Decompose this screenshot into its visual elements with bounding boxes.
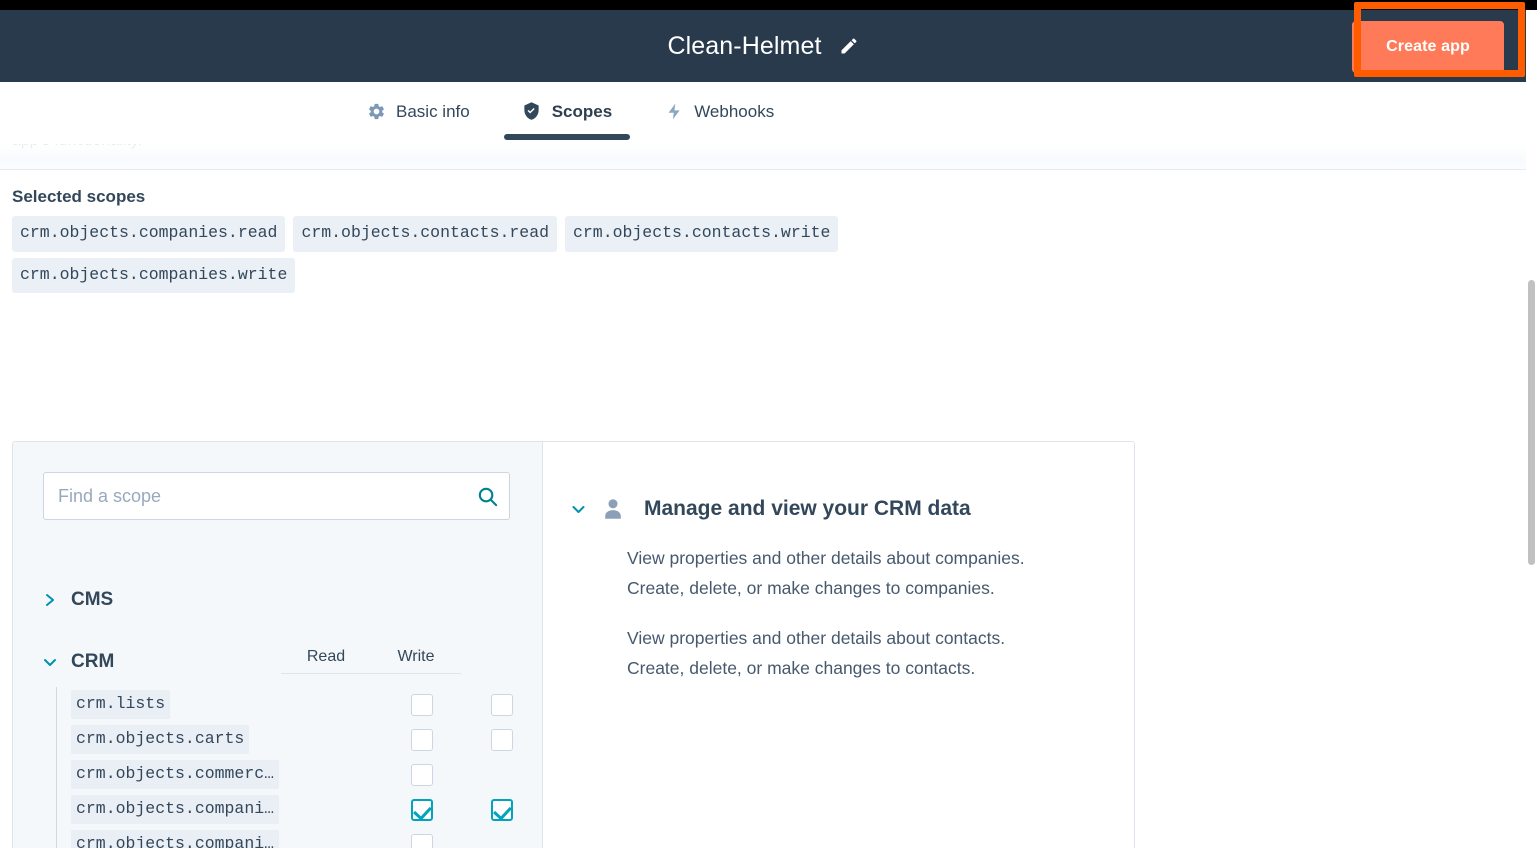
shield-check-icon [522,101,542,121]
scope-detail-header[interactable]: Manage and view your CRM data [571,496,1134,522]
scope-search [43,472,510,520]
detail-line: Create, delete, or make changes to conta… [627,658,976,678]
page-scrollbar-thumb[interactable] [1528,280,1535,565]
person-icon [600,496,626,522]
read-cell [382,763,462,786]
app-header: Clean-Helmet Create app [0,10,1527,82]
write-checkbox[interactable] [491,728,513,751]
selected-scopes-chips: crm.objects.companies.read crm.objects.c… [12,216,1112,293]
scopes-content: app's functionality. Selected scopes crm… [0,144,1527,848]
scope-row-label: crm.objects.compani… [71,794,280,825]
scope-chip[interactable]: crm.objects.contacts.read [293,216,557,252]
write-cell [462,798,542,821]
scope-row-label: crm.objects.commerc… [71,759,280,790]
header-divider [0,169,1527,170]
write-cell [462,693,542,716]
scope-group-crm[interactable]: CRM Read Write [43,647,542,677]
scope-row-label: crm.objects.compani… [71,829,280,848]
scope-group-crm-label: CRM [71,651,115,672]
scope-chip[interactable]: crm.objects.companies.read [12,216,286,252]
scope-row: crm.objects.compani… [71,792,542,827]
write-checkbox[interactable] [491,798,513,821]
scope-row: crm.lists [71,687,542,722]
write-cell [462,728,542,751]
scope-row: crm.objects.compani… [71,827,542,848]
scope-row: crm.objects.commerc… [71,757,542,792]
scope-row-label: crm.lists [71,689,171,720]
selected-scopes-title: Selected scopes [12,187,146,206]
read-checkbox[interactable] [411,728,433,751]
pencil-icon[interactable] [838,35,860,57]
read-checkbox[interactable] [411,763,433,786]
read-write-column-headers: Read Write [281,648,461,674]
chevron-down-icon[interactable] [571,504,586,514]
scope-row: crm.objects.carts [71,722,542,757]
scope-selector-card: CMS CRM Read Write [12,441,1135,848]
scope-detail-title: Manage and view your CRM data [644,497,971,520]
clipped-text-strip: app's functionality. [0,144,1527,170]
page-title: Clean-Helmet [667,31,822,60]
tab-bar: Basic info Scopes Webhooks [0,82,1527,144]
tab-basic-info-label: Basic info [396,102,470,121]
scope-list-panel: CMS CRM Read Write [13,442,543,848]
chevron-down-icon [43,657,57,667]
tab-scopes-label: Scopes [551,102,613,121]
read-cell [382,798,462,821]
tab-webhooks-label: Webhooks [694,102,775,121]
read-cell [382,728,462,751]
scope-detail-description: View properties and other details about … [627,543,1134,683]
tab-scopes[interactable]: Scopes [496,82,638,140]
read-cell [382,693,462,716]
scope-group-cms[interactable]: CMS [43,585,542,615]
read-checkbox[interactable] [411,798,433,821]
app-title-group: Clean-Helmet [667,32,859,61]
scope-row-label: crm.objects.carts [71,724,250,755]
write-checkbox[interactable] [491,693,513,716]
scope-chip[interactable]: crm.objects.contacts.write [565,216,839,252]
browser-viewport: Clean-Helmet Create app Basic info Scope… [0,10,1527,848]
detail-line: View properties and other details about … [627,628,1006,648]
lightning-bolt-icon [664,101,684,121]
search-icon[interactable] [474,483,500,509]
scope-detail-panel: Manage and view your CRM data View prope… [543,442,1134,848]
read-checkbox[interactable] [411,833,433,848]
chevron-right-icon [43,593,57,607]
tab-basic-info[interactable]: Basic info [340,82,496,140]
screen-root: Clean-Helmet Create app Basic info Scope… [0,0,1537,848]
column-header-write: Write [397,648,435,665]
create-app-button[interactable]: Create app [1352,21,1504,73]
search-input[interactable] [43,472,510,520]
tab-webhooks[interactable]: Webhooks [638,82,800,140]
detail-line: Create, delete, or make changes to compa… [627,578,995,598]
top-black-bar [0,0,1537,10]
scope-group-cms-label: CMS [71,589,114,610]
scope-chip[interactable]: crm.objects.companies.write [12,257,296,293]
read-cell [382,833,462,848]
detail-line: View properties and other details about … [627,548,1025,568]
detail-spacer [627,603,1134,623]
gear-icon [366,101,386,121]
scope-rows: crm.lists crm.objects.carts crm.objects.… [56,687,542,848]
read-checkbox[interactable] [411,693,433,716]
sticky-fade-overlay [0,144,1527,170]
column-header-read: Read [306,648,346,665]
